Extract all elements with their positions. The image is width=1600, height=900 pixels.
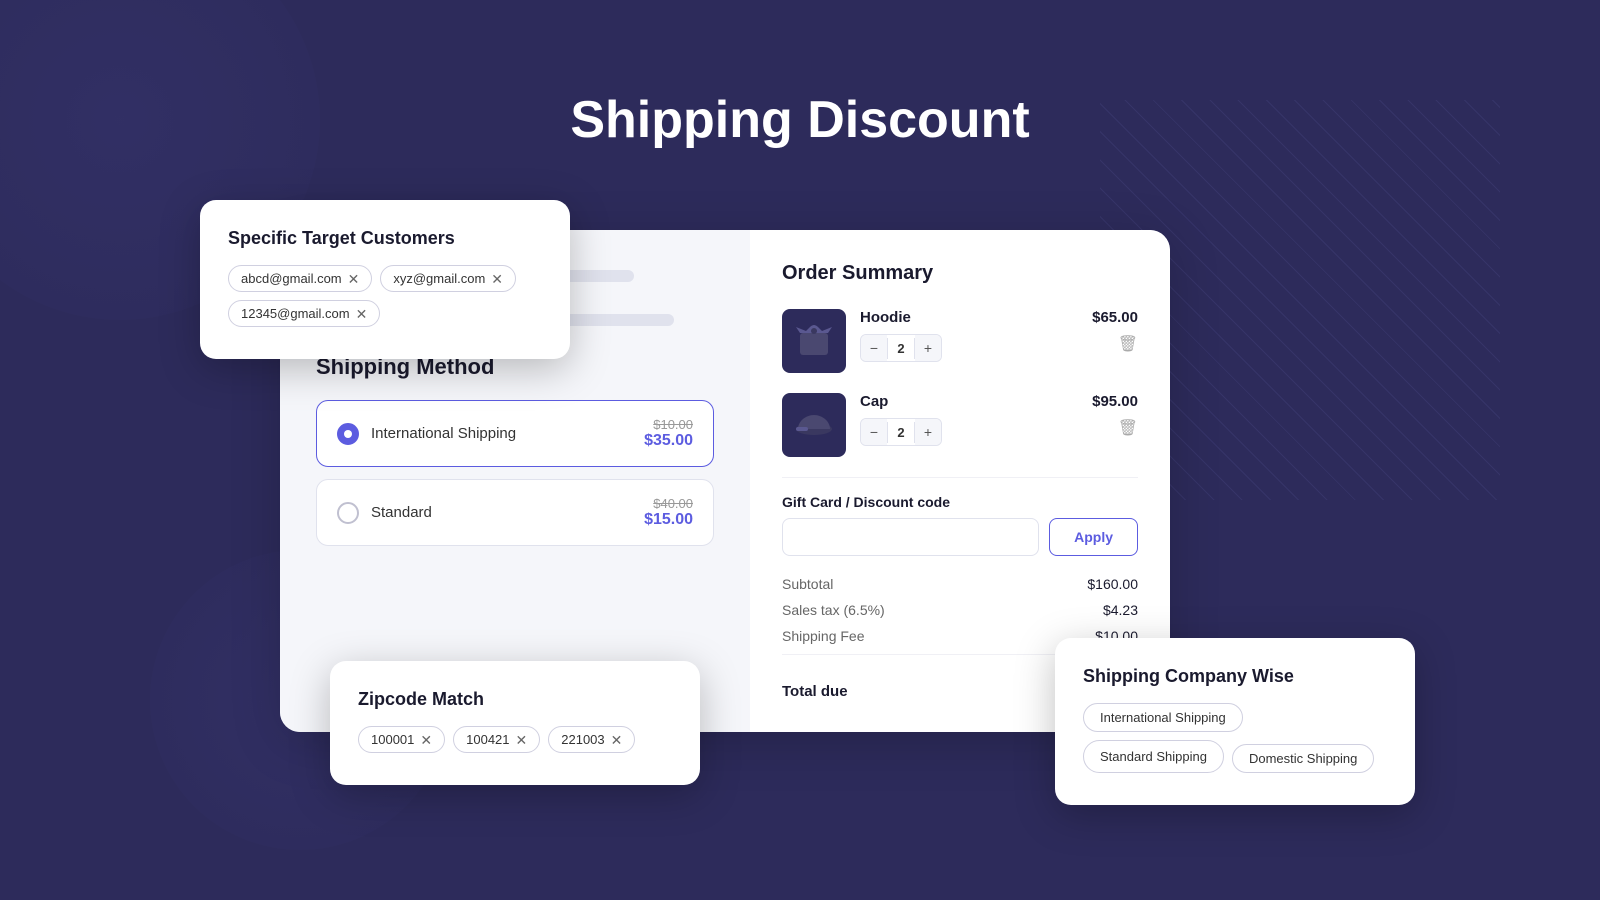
hoodie-delete-icon[interactable]: 🗑: [1118, 334, 1138, 354]
target-customers-title: Specific Target Customers: [228, 228, 542, 249]
zipcode-tags-container: 100001 ✕ 100421 ✕ 221003 ✕: [358, 726, 672, 753]
zipcode-card-title: Zipcode Match: [358, 689, 672, 710]
radio-standard[interactable]: [337, 502, 359, 524]
shipping-option-standard-left: Standard: [337, 502, 432, 524]
hoodie-price: $65.00: [1092, 309, 1138, 326]
hoodie-price-col: $65.00 🗑: [1092, 309, 1138, 354]
cap-delete-icon[interactable]: 🗑: [1118, 418, 1138, 438]
email-tag-2-close[interactable]: ✕: [491, 272, 503, 286]
cap-qty-plus[interactable]: +: [915, 419, 941, 445]
email-tag-1[interactable]: abcd@gmail.com ✕: [228, 265, 372, 292]
cap-price: $95.00: [1092, 393, 1138, 410]
zipcode-tag-3[interactable]: 221003 ✕: [548, 726, 635, 753]
hoodie-details: Hoodie − 2 +: [860, 309, 1078, 362]
zipcode-tag-3-value: 221003: [561, 732, 604, 747]
email-tag-3[interactable]: 12345@gmail.com ✕: [228, 300, 380, 327]
shipping-company-tag-international-label: International Shipping: [1100, 710, 1226, 725]
shipping-company-tag-domestic[interactable]: Domestic Shipping: [1232, 744, 1374, 773]
zipcode-tag-1-close[interactable]: ✕: [420, 733, 432, 747]
shipping-company-title: Shipping Company Wise: [1083, 666, 1387, 687]
discount-code-label: Gift Card / Discount code: [782, 494, 1138, 510]
shipping-company-tag-domestic-label: Domestic Shipping: [1249, 751, 1357, 766]
email-tag-2[interactable]: xyz@gmail.com ✕: [380, 265, 516, 292]
apply-button[interactable]: Apply: [1049, 518, 1138, 556]
email-tag-1-value: abcd@gmail.com: [241, 271, 342, 286]
hoodie-quantity-control[interactable]: − 2 +: [860, 334, 942, 362]
order-item-cap: Cap − 2 + $95.00 🗑: [782, 393, 1138, 457]
cap-price-col: $95.00 🗑: [1092, 393, 1138, 438]
email-tag-2-value: xyz@gmail.com: [393, 271, 485, 286]
total-label: Total due: [782, 683, 848, 700]
shipping-international-original-price: $10.00: [644, 417, 693, 432]
shipping-option-international[interactable]: International Shipping $10.00 $35.00: [316, 400, 714, 467]
cap-name: Cap: [860, 393, 1078, 410]
tax-value: $4.23: [1103, 602, 1138, 618]
shipping-standard-original-price: $40.00: [644, 496, 693, 511]
email-tag-3-close[interactable]: ✕: [356, 307, 368, 321]
cap-svg-icon: [792, 403, 836, 447]
shipping-company-card: Shipping Company Wise International Ship…: [1055, 638, 1415, 805]
hoodie-qty-plus[interactable]: +: [915, 335, 941, 361]
shipping-standard-discounted-price: $15.00: [644, 511, 693, 529]
hoodie-qty-value: 2: [887, 338, 915, 359]
shipping-option-standard-name: Standard: [371, 504, 432, 521]
zipcode-match-card: Zipcode Match 100001 ✕ 100421 ✕ 221003 ✕: [330, 661, 700, 785]
order-item-hoodie: Hoodie − 2 + $65.00 🗑: [782, 309, 1138, 373]
page-title: Shipping Discount: [570, 90, 1029, 150]
shipping-company-tags-container: International Shipping Standard Shipping…: [1083, 703, 1387, 773]
zipcode-tag-2-close[interactable]: ✕: [516, 733, 528, 747]
order-summary-title: Order Summary: [782, 262, 1138, 285]
hoodie-name: Hoodie: [860, 309, 1078, 326]
subtotal-value: $160.00: [1087, 576, 1138, 592]
shipping-option-international-name: International Shipping: [371, 425, 516, 442]
cap-image: [782, 393, 846, 457]
divider-1: [782, 477, 1138, 478]
discount-code-row: Apply: [782, 518, 1138, 556]
shipping-international-prices: $10.00 $35.00: [644, 417, 693, 450]
shipping-company-tag-standard-label: Standard Shipping: [1100, 749, 1207, 764]
email-tags-container: abcd@gmail.com ✕ xyz@gmail.com ✕ 12345@g…: [228, 265, 542, 327]
zipcode-tag-3-close[interactable]: ✕: [611, 733, 623, 747]
cap-details: Cap − 2 +: [860, 393, 1078, 446]
shipping-company-tag-international[interactable]: International Shipping: [1083, 703, 1243, 732]
shipping-international-discounted-price: $35.00: [644, 432, 693, 450]
email-tag-1-close[interactable]: ✕: [348, 272, 360, 286]
zipcode-tag-1-value: 100001: [371, 732, 414, 747]
target-customers-card: Specific Target Customers abcd@gmail.com…: [200, 200, 570, 359]
hoodie-svg-icon: [792, 319, 836, 363]
email-tag-3-value: 12345@gmail.com: [241, 306, 350, 321]
hoodie-qty-minus[interactable]: −: [861, 335, 887, 361]
subtotal-label: Subtotal: [782, 576, 833, 592]
tax-label: Sales tax (6.5%): [782, 602, 885, 618]
cap-qty-value: 2: [887, 422, 915, 443]
zipcode-tag-1[interactable]: 100001 ✕: [358, 726, 445, 753]
discount-code-input[interactable]: [782, 518, 1039, 556]
radio-international[interactable]: [337, 423, 359, 445]
shipping-option-international-left: International Shipping: [337, 423, 516, 445]
discount-code-section: Gift Card / Discount code Apply: [782, 494, 1138, 556]
tax-row: Sales tax (6.5%) $4.23: [782, 602, 1138, 618]
subtotal-row: Subtotal $160.00: [782, 576, 1138, 592]
cap-qty-minus[interactable]: −: [861, 419, 887, 445]
zipcode-tag-2[interactable]: 100421 ✕: [453, 726, 540, 753]
shipping-standard-prices: $40.00 $15.00: [644, 496, 693, 529]
hoodie-image: [782, 309, 846, 373]
shipping-company-tag-standard[interactable]: Standard Shipping: [1083, 740, 1224, 773]
shipping-fee-label: Shipping Fee: [782, 628, 865, 644]
zipcode-tag-2-value: 100421: [466, 732, 509, 747]
cap-quantity-control[interactable]: − 2 +: [860, 418, 942, 446]
shipping-option-standard[interactable]: Standard $40.00 $15.00: [316, 479, 714, 546]
radio-international-inner: [344, 430, 352, 438]
